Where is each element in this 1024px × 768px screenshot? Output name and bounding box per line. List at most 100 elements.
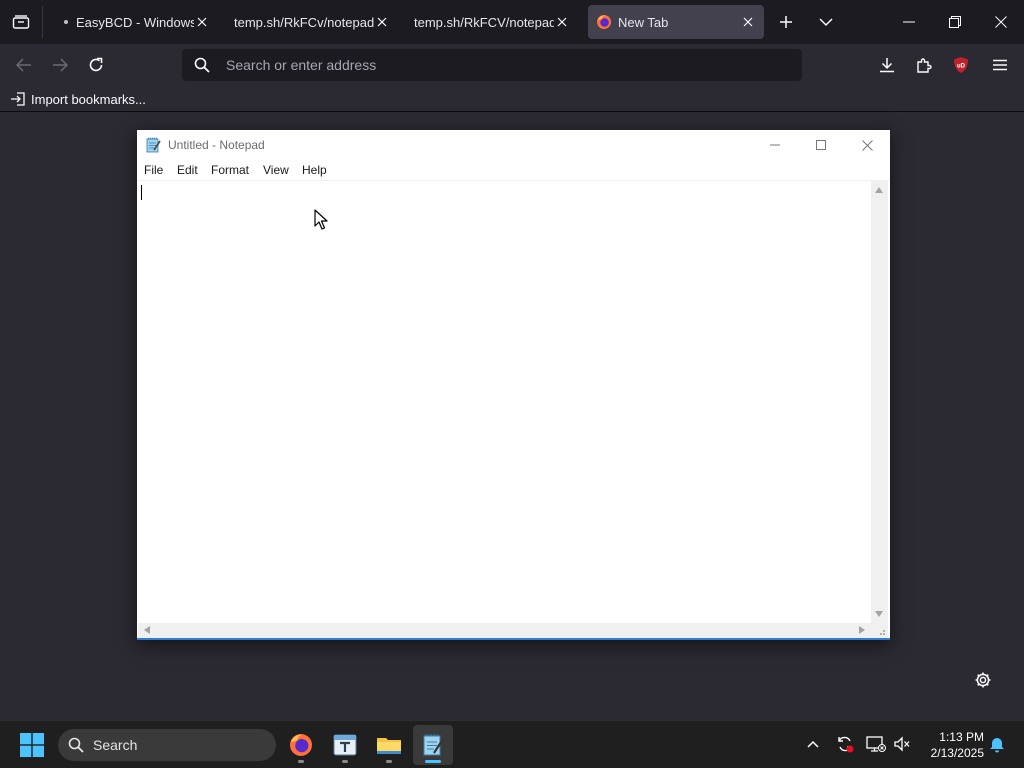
firefox-view-button[interactable]	[0, 0, 42, 44]
plus-icon	[780, 16, 792, 28]
import-bookmarks-button[interactable]: Import bookmarks...	[10, 89, 146, 109]
taskbar-search-label: Search	[93, 737, 138, 753]
notepad-menu-bar: File Edit Format View Help	[137, 160, 890, 181]
notepad-title-bar[interactable]: Untitled - Notepad	[137, 130, 890, 160]
browser-tab-strip: EasyBCD - Windows Bo temp.sh/RkFCv/notep…	[0, 0, 1024, 44]
search-icon	[68, 737, 84, 753]
restore-icon	[949, 16, 961, 28]
notepad-title: Untitled - Notepad	[168, 138, 265, 152]
mouse-pointer-icon	[314, 209, 328, 230]
tab-strip-divider	[42, 6, 43, 38]
tab-close-button[interactable]	[554, 14, 570, 30]
menu-format[interactable]: Format	[211, 163, 249, 177]
scroll-right-arrow-icon[interactable]	[859, 626, 865, 634]
start-button[interactable]	[14, 729, 50, 761]
taskbar-text-editor[interactable]	[325, 725, 365, 765]
notepad-minimize-button[interactable]	[752, 130, 798, 160]
sync-alert-icon	[838, 736, 854, 753]
list-all-tabs-button[interactable]	[812, 8, 840, 36]
taskbar-search-box[interactable]: Search	[58, 729, 276, 761]
tab-easybcd[interactable]: EasyBCD - Windows Bo	[56, 5, 218, 39]
tray-sync-status[interactable]	[834, 733, 856, 755]
new-tab-settings-button[interactable]	[971, 668, 995, 692]
bell-icon	[990, 738, 1004, 753]
taskbar-file-explorer[interactable]	[369, 725, 409, 765]
tab-close-button[interactable]	[740, 14, 756, 30]
new-tab-button[interactable]	[772, 8, 800, 36]
scroll-down-arrow-icon[interactable]	[875, 611, 883, 617]
clock-time: 1:13 PM	[939, 730, 984, 744]
scroll-up-arrow-icon[interactable]	[875, 187, 883, 193]
vertical-scrollbar[interactable]	[871, 181, 888, 623]
firefox-icon	[290, 734, 312, 756]
import-icon	[11, 92, 25, 106]
notepad-icon	[423, 734, 444, 756]
running-indicator	[298, 760, 304, 763]
tab-title: temp.sh/RkFCV/notepad.ex	[414, 14, 554, 30]
reload-button[interactable]	[81, 50, 111, 80]
notifications-button[interactable]	[986, 733, 1008, 755]
tab-close-button[interactable]	[194, 14, 210, 30]
svg-text:uD: uD	[957, 64, 966, 70]
taskbar-notepad[interactable]	[413, 725, 453, 765]
forward-button[interactable]	[45, 50, 75, 80]
menu-help[interactable]: Help	[302, 163, 327, 177]
address-bar[interactable]	[182, 49, 802, 81]
file-explorer-icon	[377, 738, 401, 754]
scroll-left-arrow-icon[interactable]	[144, 626, 150, 634]
resize-grip[interactable]	[871, 623, 888, 638]
show-hidden-icons-button[interactable]	[802, 733, 824, 755]
tab-title: temp.sh/RkFCv/notepad.ex	[234, 14, 374, 30]
close-icon	[861, 139, 873, 151]
tray-network-status[interactable]	[865, 733, 887, 755]
menu-edit[interactable]: Edit	[177, 163, 198, 177]
minimize-icon	[903, 21, 915, 23]
tab-unread-dot	[64, 20, 68, 24]
taskbar-firefox[interactable]	[281, 725, 321, 765]
resize-grip-icon	[880, 630, 885, 635]
menu-view[interactable]: View	[263, 163, 289, 177]
restore-window-button[interactable]	[932, 0, 978, 44]
close-window-button[interactable]	[978, 0, 1024, 44]
windows-logo-icon	[20, 733, 44, 757]
text-editor-icon	[333, 734, 357, 756]
back-arrow-icon	[16, 58, 31, 72]
extensions-button[interactable]	[909, 50, 939, 80]
speaker-muted-icon	[894, 736, 910, 752]
import-bookmarks-label: Import bookmarks...	[31, 91, 146, 107]
active-indicator	[425, 760, 441, 763]
download-icon	[880, 58, 894, 73]
tab-close-button[interactable]	[374, 14, 390, 30]
text-caret	[141, 185, 142, 200]
minimize-icon	[770, 144, 780, 146]
tray-volume[interactable]	[891, 733, 913, 755]
back-button[interactable]	[9, 50, 39, 80]
tab-temp-sh-1[interactable]: temp.sh/RkFCv/notepad.ex	[226, 5, 398, 39]
clock-date: 2/13/2025	[930, 746, 984, 760]
notepad-maximize-button[interactable]	[798, 130, 844, 160]
firefox-view-icon	[12, 15, 30, 29]
menu-file[interactable]: File	[144, 163, 163, 177]
horizontal-scrollbar[interactable]	[138, 623, 871, 638]
notepad-close-button[interactable]	[844, 130, 890, 160]
close-icon	[743, 17, 753, 27]
notepad-window[interactable]: Untitled - Notepad File Edit Format View…	[137, 130, 890, 640]
address-input[interactable]	[226, 49, 786, 81]
tab-new-tab[interactable]: New Tab	[588, 5, 764, 39]
ublock-origin-button[interactable]: uD	[946, 50, 976, 80]
reload-icon	[89, 57, 103, 72]
tab-title: EasyBCD - Windows Bo	[76, 14, 194, 30]
taskbar-clock[interactable]: 1:13 PM 2/13/2025	[920, 729, 984, 761]
forward-arrow-icon	[53, 58, 68, 72]
tab-temp-sh-2[interactable]: temp.sh/RkFCV/notepad.ex	[406, 5, 578, 39]
minimize-window-button[interactable]	[886, 0, 932, 44]
app-menu-button[interactable]	[985, 50, 1015, 80]
notepad-icon	[146, 137, 161, 153]
notepad-text-area[interactable]	[138, 181, 871, 623]
bookmarks-toolbar: Import bookmarks...	[0, 86, 1024, 112]
downloads-button[interactable]	[872, 50, 902, 80]
close-icon	[377, 17, 387, 27]
chevron-up-icon	[807, 740, 819, 748]
firefox-icon	[597, 15, 611, 29]
windows-taskbar: Search 1:13 PM 2/13/2025	[0, 720, 1024, 768]
